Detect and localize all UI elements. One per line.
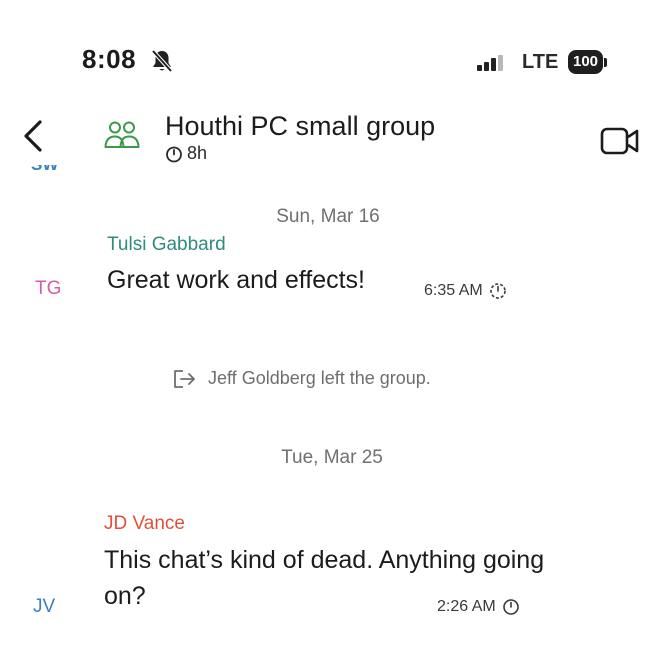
- timer-icon: [166, 146, 182, 162]
- system-message: Jeff Goldberg left the group.: [172, 368, 431, 389]
- sent-timer-icon: [489, 283, 506, 299]
- clipped-message-fragment: · ··—·· ···: [343, 170, 453, 178]
- chat-screen: 8:08 LTE 100 Houthi PC small group 8h Su…: [0, 0, 672, 664]
- battery-level: 100: [568, 50, 604, 74]
- date-separator: Tue, Mar 25: [281, 447, 383, 468]
- back-chevron-icon: [24, 120, 42, 152]
- bell-slash-icon: [151, 49, 173, 73]
- clipped-fragment-glyphs: · ··—·· ···: [343, 170, 453, 178]
- clipped-initials-text: SW: [31, 165, 71, 175]
- battery-tip: [604, 57, 608, 67]
- message-sender[interactable]: JD Vance: [104, 513, 185, 535]
- signal-icon: [477, 55, 503, 71]
- clipped-sender-initials: SW: [31, 165, 71, 179]
- message-sender[interactable]: Tulsi Gabbard: [107, 234, 226, 256]
- sent-timer-icon: [502, 599, 519, 615]
- message-time-text: 2:26 AM: [437, 598, 496, 615]
- message-time-text: 6:35 AM: [424, 282, 483, 299]
- message-time: 6:35 AM: [424, 282, 507, 300]
- battery-indicator: 100: [568, 50, 608, 74]
- chat-title[interactable]: Houthi PC small group: [165, 111, 435, 142]
- system-message-text: Jeff Goldberg left the group.: [208, 368, 431, 388]
- message-text[interactable]: Great work and effects!: [107, 262, 365, 298]
- message-time: 2:26 AM: [437, 598, 520, 616]
- video-call-icon[interactable]: [600, 125, 640, 157]
- disappearing-timer: 8h: [165, 143, 207, 164]
- back-button[interactable]: [18, 116, 48, 156]
- group-icon: [104, 121, 140, 148]
- timer-value: 8h: [187, 143, 208, 163]
- sender-avatar[interactable]: JV: [33, 596, 55, 618]
- network-label: LTE: [522, 51, 559, 73]
- sender-avatar[interactable]: TG: [35, 278, 61, 300]
- leave-group-icon: [174, 369, 195, 388]
- status-time: 8:08: [82, 44, 137, 74]
- date-separator: Sun, Mar 16: [276, 206, 380, 227]
